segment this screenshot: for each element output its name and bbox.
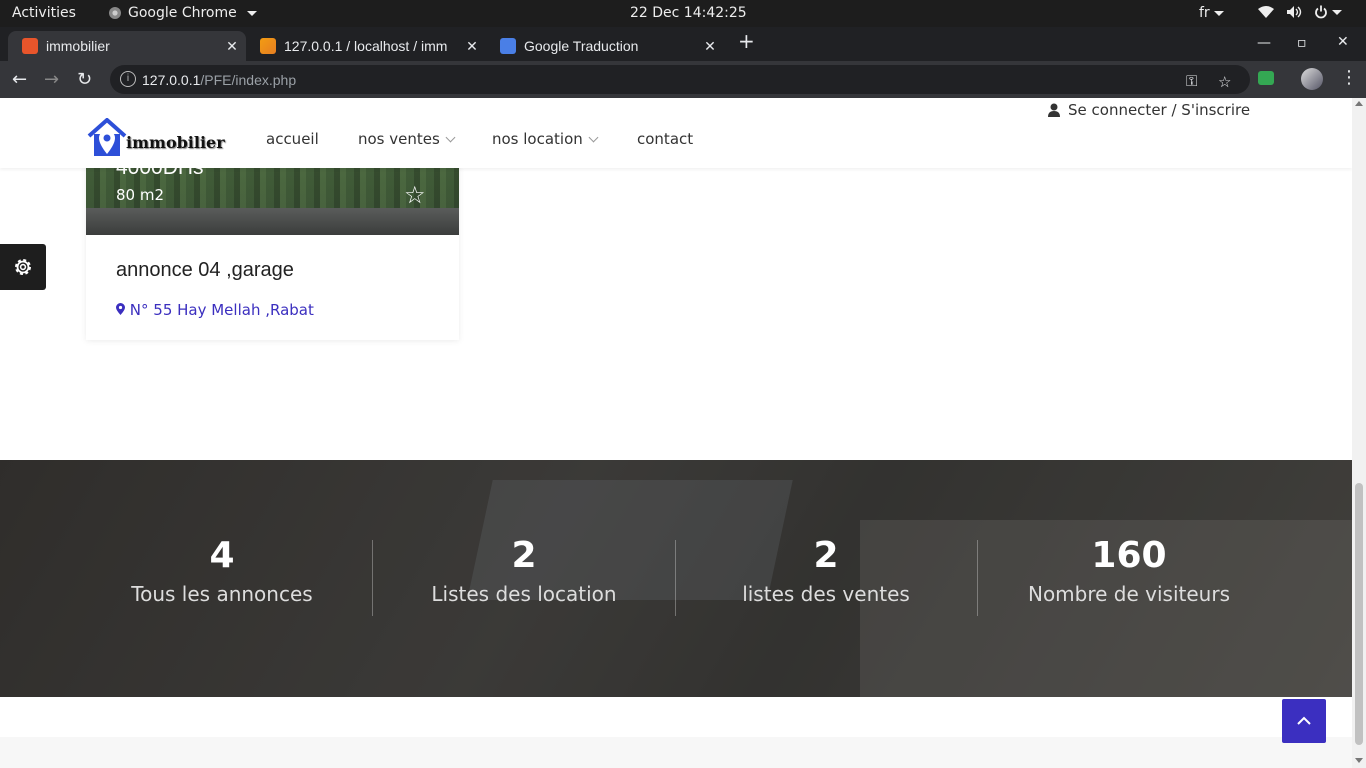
phpmyadmin-icon xyxy=(260,38,276,54)
extension-icon[interactable] xyxy=(1258,71,1274,85)
wifi-icon xyxy=(1258,6,1274,18)
settings-toggle[interactable] xyxy=(0,244,46,290)
stat-value: 4 xyxy=(209,535,235,576)
google-translate-icon xyxy=(500,38,516,54)
tab-title: 127.0.0.1 / localhost / imm xyxy=(284,38,448,54)
stat-label: Listes des location xyxy=(431,582,617,606)
url-path: /PFE/index.php xyxy=(200,72,297,88)
browser-tab-immobilier[interactable]: immobilier ✕ xyxy=(8,31,246,61)
section-spacer xyxy=(0,410,1352,460)
language-label: fr xyxy=(1199,5,1210,21)
system-top-bar: Activities Google Chrome 22 Dec 14:42:25… xyxy=(0,0,1366,27)
stat-location: 2 Listes des location xyxy=(374,535,674,606)
favorite-star-icon[interactable]: ☆ xyxy=(404,181,426,209)
house-pin-logo-icon xyxy=(87,118,127,156)
nav-label: nos ventes xyxy=(358,130,440,148)
new-tab-button[interactable]: + xyxy=(738,29,755,53)
reload-button[interactable]: ↻ xyxy=(77,69,92,90)
scroll-down-arrow-icon[interactable] xyxy=(1355,758,1363,763)
stats-section: 4 Tous les annonces 2 Listes des locatio… xyxy=(0,460,1352,697)
close-icon[interactable]: ✕ xyxy=(464,38,480,55)
close-window-button[interactable]: ✕ xyxy=(1337,34,1349,50)
menu-kebab-icon[interactable]: ⋮ xyxy=(1340,67,1358,88)
nav-label: accueil xyxy=(266,130,319,148)
stat-label: Tous les annonces xyxy=(131,582,313,606)
chevron-down-icon xyxy=(246,10,257,16)
profile-avatar[interactable] xyxy=(1301,68,1323,90)
map-marker-icon xyxy=(116,303,125,315)
login-label: Se connecter / S'inscrire xyxy=(1068,101,1251,119)
nav-contact[interactable]: contact xyxy=(637,130,693,148)
chevron-down-icon xyxy=(445,132,456,143)
stat-value: 160 xyxy=(1091,535,1167,576)
browser-tab-google-traduction[interactable]: Google Traduction ✕ xyxy=(486,31,724,61)
login-link[interactable]: Se connecter / S'inscrire xyxy=(1048,101,1250,119)
nav-nos-ventes[interactable]: nos ventes xyxy=(358,130,456,148)
volume-icon xyxy=(1287,6,1302,18)
info-icon[interactable]: i xyxy=(120,71,136,87)
logo-text: immobilier xyxy=(126,133,225,152)
nav-label: nos location xyxy=(492,130,583,148)
stat-value: 2 xyxy=(813,535,839,576)
nav-accueil[interactable]: accueil xyxy=(266,130,319,148)
bookmark-star-icon[interactable]: ☆ xyxy=(1218,73,1231,91)
tab-title: immobilier xyxy=(46,38,110,54)
stat-value: 2 xyxy=(511,535,537,576)
chevron-down-icon xyxy=(1213,10,1224,16)
system-tray[interactable] xyxy=(1258,5,1342,19)
stat-visiteurs: 160 Nombre de visiteurs xyxy=(979,535,1279,606)
scrollbar-thumb[interactable] xyxy=(1355,483,1363,745)
back-button[interactable]: ← xyxy=(12,69,27,90)
language-indicator[interactable]: fr xyxy=(1199,5,1224,21)
listing-location-text: N° 55 Hay Mellah ,Rabat xyxy=(129,301,314,319)
stat-divider xyxy=(977,540,978,616)
browser-tab-phpmyadmin[interactable]: 127.0.0.1 / localhost / imm ✕ xyxy=(246,31,486,61)
close-icon[interactable]: ✕ xyxy=(224,38,240,55)
back-to-top-button[interactable] xyxy=(1282,699,1326,743)
url-host: 127.0.0.1 xyxy=(142,72,201,88)
chrome-icon xyxy=(109,7,121,19)
xampp-icon xyxy=(22,38,38,54)
site-header: immobilier accueil nos ventes nos locati… xyxy=(0,98,1352,168)
gear-icon xyxy=(15,259,31,275)
stat-total-annonces: 4 Tous les annonces xyxy=(72,535,372,606)
page-scrollbar[interactable] xyxy=(1352,98,1366,768)
user-icon xyxy=(1048,103,1060,117)
tab-title: Google Traduction xyxy=(524,38,639,54)
power-icon xyxy=(1315,5,1327,19)
stat-label: Nombre de visiteurs xyxy=(1027,582,1230,606)
listing-area: 80 m2 xyxy=(116,186,165,204)
app-menu[interactable]: Google Chrome xyxy=(108,5,257,21)
chevron-up-icon xyxy=(1297,716,1311,725)
address-bar[interactable]: i 127.0.0.1/PFE/index.php ⚿ ☆ xyxy=(110,65,1250,94)
browser-tab-strip: immobilier ✕ 127.0.0.1 / localhost / imm… xyxy=(0,27,1366,61)
clock[interactable]: 22 Dec 14:42:25 xyxy=(630,5,747,21)
scroll-up-arrow-icon[interactable] xyxy=(1355,101,1363,106)
listing-location[interactable]: N° 55 Hay Mellah ,Rabat xyxy=(116,301,314,319)
chevron-down-icon xyxy=(588,132,599,143)
maximize-button[interactable]: ▫ xyxy=(1297,35,1307,51)
nav-label: contact xyxy=(637,130,694,148)
minimize-button[interactable]: — xyxy=(1257,35,1271,51)
app-name: Google Chrome xyxy=(128,5,237,21)
site-logo[interactable]: immobilier xyxy=(86,118,225,158)
forward-button[interactable]: → xyxy=(44,69,59,90)
chevron-down-icon xyxy=(1332,9,1342,15)
close-icon[interactable]: ✕ xyxy=(702,38,718,55)
activities-button[interactable]: Activities xyxy=(12,5,76,21)
next-section xyxy=(0,737,1352,768)
web-page: 4000DHs 80 m2 ☆ annonce 04 ,garage N° 55… xyxy=(0,98,1352,768)
listing-title[interactable]: annonce 04 ,garage xyxy=(116,259,294,282)
browser-toolbar: ← → ↻ i 127.0.0.1/PFE/index.php ⚿ ☆ ⋮ xyxy=(0,61,1366,98)
key-icon[interactable]: ⚿ xyxy=(1186,73,1197,90)
stat-label: listes des ventes xyxy=(742,582,910,606)
stat-ventes: 2 listes des ventes xyxy=(676,535,976,606)
listing-card[interactable]: 4000DHs 80 m2 ☆ annonce 04 ,garage N° 55… xyxy=(86,138,459,340)
nav-nos-location[interactable]: nos location xyxy=(492,130,599,148)
stat-divider xyxy=(372,540,373,616)
